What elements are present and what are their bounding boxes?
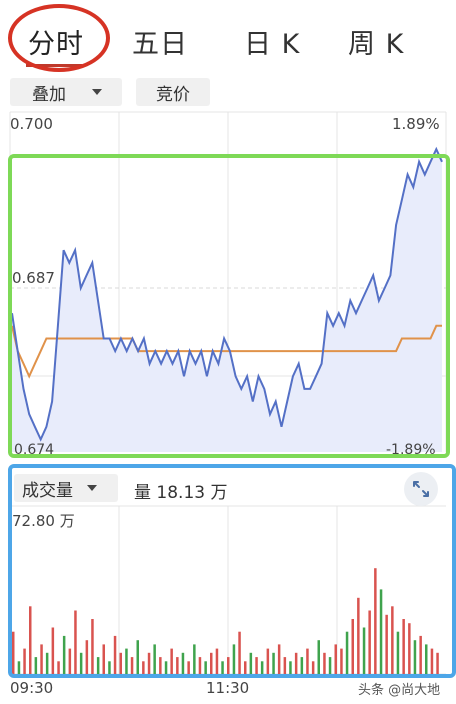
y-top-price-label: 0.700 — [10, 115, 53, 133]
time-mid-label: 11:30 — [206, 679, 250, 697]
blue-highlight-box — [8, 464, 456, 678]
y-top-pct-label: 1.89% — [392, 115, 440, 133]
watermark-text: 头条 @尚大地 — [358, 683, 441, 698]
time-start-label: 09:30 — [10, 679, 54, 697]
green-highlight-box — [8, 154, 450, 458]
